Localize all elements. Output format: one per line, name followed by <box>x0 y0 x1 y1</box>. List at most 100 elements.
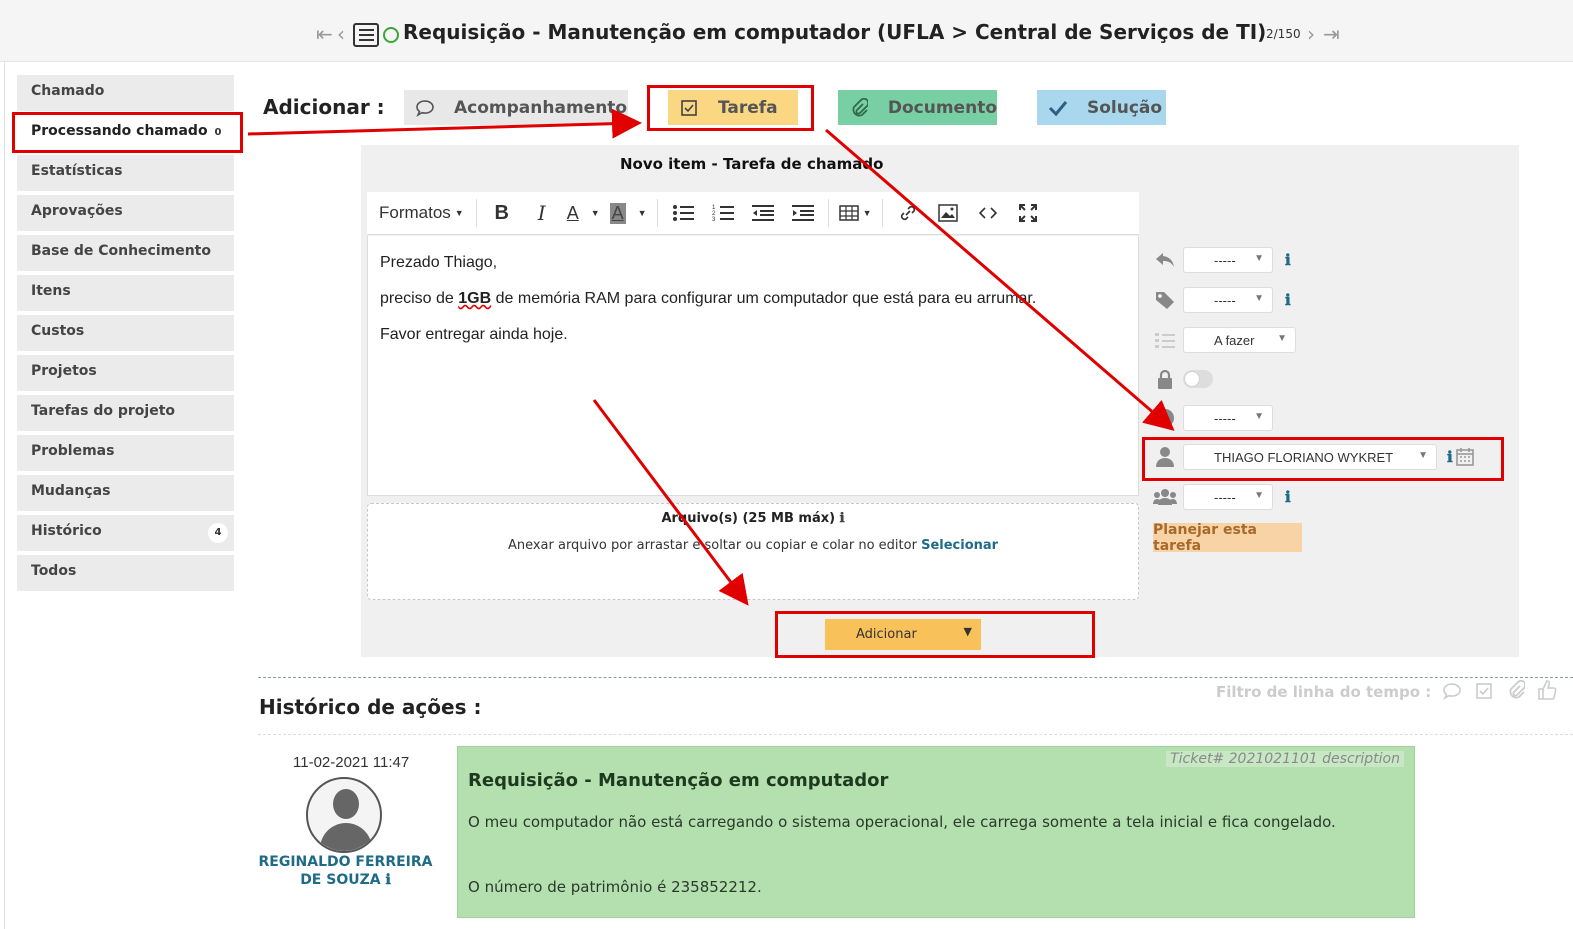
add-label: Adicionar : <box>263 95 385 119</box>
author-name-line2-wrap: DE SOUZA ℹ <box>257 871 434 889</box>
last-ticket-icon[interactable]: ⇥ <box>1323 22 1340 46</box>
select-value: ----- <box>1214 489 1236 505</box>
status-select[interactable]: A fazer ▼ <box>1183 327 1296 353</box>
tab-label: Acompanhamento <box>454 97 628 118</box>
numbered-list-button[interactable]: 123 <box>708 198 738 228</box>
sidebar-item-projetos[interactable]: Projetos <box>17 355 234 391</box>
tab-label: Documento <box>887 97 997 118</box>
avatar <box>306 777 382 853</box>
sidebar-item-label: Chamado <box>31 83 105 99</box>
outdent-button[interactable] <box>748 198 778 228</box>
author-name-line1: REGINALDO FERREIRA <box>258 854 433 870</box>
content-editor[interactable]: Prezado Thiago, preciso de 1GB de memóri… <box>367 236 1139 496</box>
sidebar-item-aprovacoes[interactable]: Aprovações <box>17 195 234 231</box>
tag-icon <box>1153 288 1177 312</box>
clock-icon <box>1153 406 1177 430</box>
files-hint: Anexar arquivo por arrastar e soltar ou … <box>368 538 1138 553</box>
chevron-down-icon: ▼ <box>1254 253 1264 264</box>
sidebar-item-label: Itens <box>31 283 71 299</box>
private-field <box>1153 365 1213 393</box>
sidebar-item-label: Estatísticas <box>31 163 123 179</box>
group-select[interactable]: ----- ▼ <box>1183 484 1273 510</box>
chevron-down-icon: ▼ <box>1254 293 1264 304</box>
sidebar-item-mudancas[interactable]: Mudanças <box>17 475 234 511</box>
ticket-description-card[interactable]: Ticket# 2021021101 description Requisiçã… <box>457 746 1415 918</box>
private-toggle[interactable] <box>1183 370 1213 388</box>
select-files-link[interactable]: Selecionar <box>921 538 998 553</box>
bold-button[interactable]: B <box>487 198 517 228</box>
add-followup-button[interactable]: Acompanhamento <box>404 90 628 125</box>
first-ticket-icon[interactable]: ⇤ <box>316 22 333 46</box>
previous-ticket-icon[interactable]: ‹ <box>337 22 345 46</box>
count-badge: 4 <box>208 523 228 543</box>
status-field: A fazer ▼ <box>1153 326 1296 354</box>
sidebar-item-estatisticas[interactable]: Estatísticas <box>17 155 234 191</box>
followup-filter-icon[interactable] <box>1442 681 1474 705</box>
sidebar-item-label: Todos <box>31 563 77 579</box>
section-divider <box>258 734 1573 735</box>
group-field: ----- ▼ ℹ <box>1153 483 1291 511</box>
annotation-box-technician <box>1142 437 1504 481</box>
sidebar-item-itens[interactable]: Itens <box>17 275 234 311</box>
history-author[interactable]: REGINALDO FERREIRA DE SOUZA ℹ <box>257 853 434 889</box>
table-icon <box>838 205 859 221</box>
sidebar-item-label: Base de Conhecimento <box>31 243 211 259</box>
link-button[interactable] <box>893 198 923 228</box>
files-title: Arquivo(s) (25 MB máx) ℹ <box>368 511 1138 526</box>
template-select[interactable]: ----- ▼ <box>1183 247 1273 273</box>
code-button[interactable] <box>973 198 1003 228</box>
card-title: Requisição - Manutenção em computador <box>468 770 889 791</box>
sidebar-item-todos[interactable]: Todos <box>17 555 234 591</box>
thumbs-up-filter-icon[interactable] <box>1537 680 1557 705</box>
sidebar-item-custos[interactable]: Custos <box>17 315 234 351</box>
info-icon[interactable]: ℹ <box>385 872 390 888</box>
file-dropzone[interactable]: Arquivo(s) (25 MB máx) ℹ Anexar arquivo … <box>367 503 1139 600</box>
ticket-list-icon[interactable] <box>353 23 379 47</box>
bullet-list-button[interactable] <box>668 198 698 228</box>
info-icon[interactable]: ℹ <box>840 511 845 526</box>
image-button[interactable] <box>933 198 963 228</box>
sidebar-item-historico[interactable]: Histórico 4 <box>17 515 234 551</box>
history-date: 11-02-2021 11:47 <box>293 754 410 771</box>
editor-line-2: preciso de 1GB de memória RAM para confi… <box>380 290 1126 308</box>
annotation-box-sidebar <box>12 112 243 153</box>
background-color-icon: A <box>609 202 626 224</box>
editor-bold-text: 1GB <box>458 290 492 307</box>
users-icon <box>1153 485 1177 509</box>
font-color-button[interactable]: A ▼ <box>567 198 600 228</box>
add-document-button[interactable]: Documento <box>838 90 997 125</box>
fullscreen-button[interactable] <box>1013 198 1043 228</box>
author-name-line2: DE SOUZA <box>300 872 381 888</box>
next-ticket-icon[interactable]: › <box>1307 22 1315 46</box>
tab-label: Solução <box>1087 97 1163 118</box>
background-color-button[interactable]: A ▼ <box>609 198 647 228</box>
info-icon[interactable]: ℹ <box>1285 488 1291 506</box>
history-title: Histórico de ações : <box>259 695 482 719</box>
category-select[interactable]: ----- ▼ <box>1183 287 1273 313</box>
document-filter-icon[interactable] <box>1507 679 1537 705</box>
sidebar-item-tarefas-projeto[interactable]: Tarefas do projeto <box>17 395 234 431</box>
formats-dropdown[interactable]: Formatos ▼ <box>379 198 464 228</box>
code-icon <box>978 207 997 219</box>
sidebar-item-problemas[interactable]: Problemas <box>17 435 234 471</box>
bullet-list-icon <box>672 205 694 221</box>
italic-button[interactable]: I <box>527 198 557 228</box>
chevron-down-icon: ▼ <box>637 208 647 218</box>
duration-select[interactable]: ----- ▼ <box>1183 405 1273 431</box>
add-solution-button[interactable]: Solução <box>1037 90 1166 125</box>
task-filter-icon[interactable] <box>1474 681 1506 705</box>
table-button[interactable]: ▼ <box>838 198 872 228</box>
sidebar-item-base-conhecimento[interactable]: Base de Conhecimento <box>17 235 234 271</box>
sidebar-item-chamado[interactable]: Chamado <box>17 75 234 111</box>
speech-bubble-icon <box>414 97 436 119</box>
info-icon[interactable]: ℹ <box>1285 291 1291 309</box>
indent-button[interactable] <box>788 198 818 228</box>
indent-icon <box>791 205 814 221</box>
plan-task-button[interactable]: Planejar esta tarefa <box>1153 522 1302 554</box>
lock-icon <box>1153 367 1177 391</box>
info-icon[interactable]: ℹ <box>1285 251 1291 269</box>
timeline-filter-icons <box>1442 679 1557 705</box>
reply-icon <box>1153 248 1177 272</box>
section-divider <box>258 677 1573 678</box>
ticket-counter: 2/150 <box>1266 27 1301 41</box>
